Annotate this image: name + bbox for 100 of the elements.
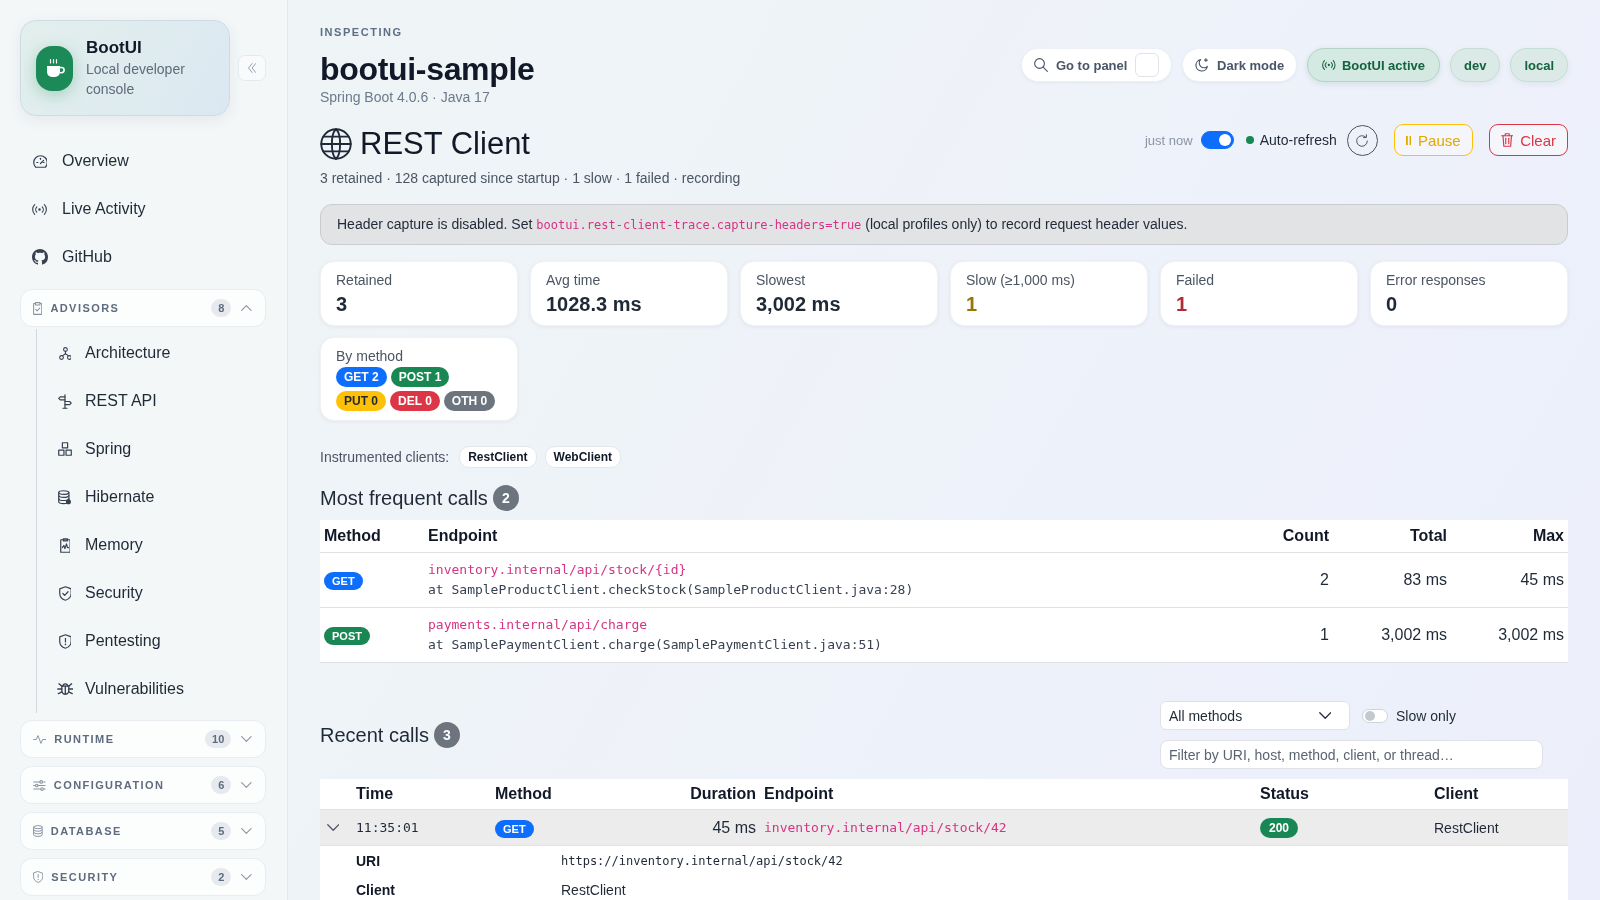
column-header: Time <box>356 785 394 802</box>
sidebar-group-header[interactable]: CONFIGURATION 6 <box>20 766 266 804</box>
broadcast-icon <box>32 203 48 215</box>
nav-link[interactable]: Memory <box>37 521 266 569</box>
nav-link[interactable]: REST API <box>37 377 266 425</box>
method-badge: POST <box>324 626 370 645</box>
clipboard-pulse-icon <box>59 537 71 553</box>
profile-pill: dev <box>1449 48 1501 82</box>
detail-value: RestClient <box>561 880 626 900</box>
slow-only-label: Slow only <box>1396 707 1456 724</box>
nav-link[interactable]: Security <box>37 569 266 617</box>
detail-value: https://inventory.internal/api/stock/42 <box>561 852 843 870</box>
go-to-panel-button[interactable]: Go to panel <box>1020 48 1173 82</box>
panel-summary: 3 retained · 128 captured since startup · 1 slow · 1 failed · recording <box>320 169 742 188</box>
gauge-icon <box>32 154 48 168</box>
sidebar-group-header[interactable]: ADVISORS 8 <box>20 289 266 327</box>
column-header: Method <box>324 527 381 544</box>
shield-alert-icon <box>58 633 72 649</box>
broadcast-icon <box>1322 60 1336 70</box>
stat-value: 3 <box>336 292 349 316</box>
client-name: RestClient <box>1434 819 1499 836</box>
trash-icon <box>1500 133 1514 147</box>
column-header: Count <box>1282 527 1329 544</box>
total-time: 83 ms <box>1403 571 1447 588</box>
database-icon <box>58 489 72 505</box>
method-badge: GET <box>495 819 534 838</box>
max-time: 45 ms <box>1520 571 1564 588</box>
bug-icon <box>56 683 74 695</box>
column-header: Max <box>1532 527 1564 544</box>
sidebar-group-header[interactable]: DATABASE 5 <box>20 812 266 850</box>
call-duration: 45 ms <box>712 818 756 836</box>
nav-link[interactable]: Live Activity <box>20 185 266 233</box>
pause-icon <box>1405 135 1412 145</box>
column-header: Total <box>1409 527 1447 544</box>
method-count-badge: OTH 0 <box>443 391 496 411</box>
chevron-down-icon <box>1318 712 1331 719</box>
nav-link[interactable]: Spring <box>37 425 266 473</box>
stat-label: Slow (≥1,000 ms) <box>966 271 1076 289</box>
nav-link[interactable]: Overview <box>20 137 266 185</box>
stat-label: Failed <box>1176 271 1216 289</box>
column-header: Duration <box>690 785 756 802</box>
column-header: Status <box>1260 785 1309 802</box>
sidebar-group-header[interactable]: RUNTIME 10 <box>20 720 266 758</box>
shortcut-key-icon <box>1135 53 1160 77</box>
signpost-icon <box>58 393 72 409</box>
shield-check-icon <box>58 585 72 601</box>
stat-label: Error responses <box>1386 271 1487 289</box>
count-badge: 3 <box>433 722 460 748</box>
call-count: 1 <box>1320 626 1329 643</box>
group-count-badge: 5 <box>211 822 232 840</box>
method-count-badge: POST 1 <box>390 367 450 387</box>
detail-label: URI <box>356 851 381 871</box>
status-badge: 200 <box>1260 818 1299 838</box>
dark-mode-button[interactable]: Dark mode <box>1182 48 1298 82</box>
stat-value: 1028.3 ms <box>546 292 643 316</box>
endpoint-path: payments.internal/api/charge <box>428 616 649 634</box>
group-count-badge: 6 <box>211 776 232 794</box>
status-pill: BootUI active <box>1307 48 1440 82</box>
app-title: BootUI <box>86 37 143 59</box>
endpoint-path: inventory.internal/api/stock/42 <box>764 820 1007 835</box>
client-chip: WebClient <box>544 446 621 468</box>
nav-link[interactable]: Vulnerabilities <box>37 665 266 713</box>
sidebar-group-header[interactable]: SECURITY 2 <box>20 858 266 896</box>
column-header: Endpoint <box>428 527 498 544</box>
status-dot-icon <box>1245 136 1254 144</box>
notice-message: Header capture is disabled. Set bootui.rest-client-trace.capture-headers=true (local profiles only) to record request header values. <box>337 215 1189 234</box>
endpoint-path: inventory.internal/api/stock/{id} <box>428 561 688 579</box>
eyebrow-label: INSPECTING <box>320 25 404 40</box>
auto-refresh-toggle[interactable] <box>1200 131 1234 149</box>
moon-icon <box>1195 58 1209 72</box>
column-header: Endpoint <box>764 785 834 802</box>
coffee-cup-icon <box>36 45 73 91</box>
app-subtitle: Local developer console <box>86 60 186 99</box>
max-time: 3,002 ms <box>1498 626 1564 643</box>
last-updated-label: just now <box>1144 132 1193 148</box>
method-count-badge: GET 2 <box>336 367 387 387</box>
column-header: Client <box>1434 785 1479 802</box>
column-header: Method <box>495 785 552 802</box>
slow-only-toggle[interactable] <box>1362 708 1388 723</box>
count-badge: 2 <box>492 485 519 511</box>
filter-input[interactable]: Filter by URI, host, method, client, or thread… <box>1160 740 1543 769</box>
stat-value: 0 <box>1386 292 1399 316</box>
call-count: 2 <box>1320 571 1329 588</box>
call-site: at SamplePaymentClient.charge(SamplePaymentClient.java:51) <box>428 636 883 654</box>
stat-label: Slowest <box>756 271 807 289</box>
nav-link[interactable]: Pentesting <box>37 617 266 665</box>
clear-button[interactable]: Clear <box>1488 124 1568 156</box>
stat-value: 3,002 ms <box>756 292 842 316</box>
app-name: bootui-sample <box>320 50 535 88</box>
auto-refresh-label: Auto-refresh <box>1259 132 1337 148</box>
profile-pill: local <box>1510 48 1568 82</box>
nav-link[interactable]: Architecture <box>37 329 266 377</box>
clipboard-check-icon <box>33 301 43 315</box>
group-count-badge: 2 <box>211 868 232 886</box>
version-info: Spring Boot 4.0.6 · Java 17 <box>320 88 491 106</box>
nav-link[interactable]: GitHub <box>20 233 266 281</box>
nav-link[interactable]: Hibernate <box>37 473 266 521</box>
method-filter-select[interactable]: All methods <box>1160 701 1350 730</box>
group-count-badge: 8 <box>211 299 232 317</box>
stat-label: Retained <box>336 271 394 289</box>
